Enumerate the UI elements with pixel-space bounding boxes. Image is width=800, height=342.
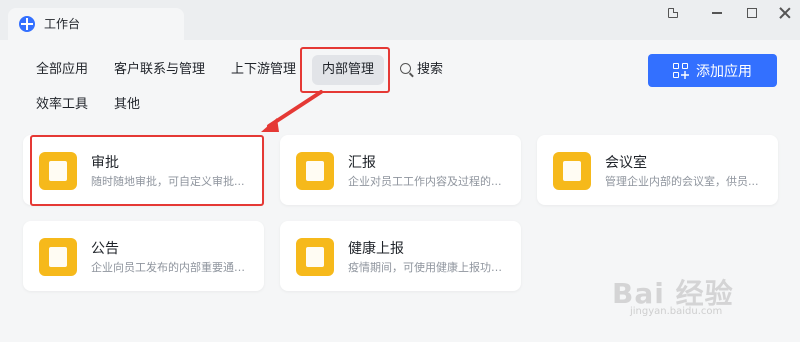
- app-card-health-report[interactable]: 健康上报 疫情期间，可使用健康上报功能...: [280, 221, 521, 291]
- app-card-report[interactable]: 汇报 企业对员工工作内容及过程的...: [280, 135, 521, 205]
- stamp-icon: [39, 152, 77, 190]
- health-clipboard-icon: [296, 238, 334, 276]
- app-desc: 企业对员工工作内容及过程的...: [348, 175, 502, 188]
- nav-search-label: 搜索: [417, 62, 444, 77]
- close-icon: [779, 7, 791, 19]
- add-app-button[interactable]: 添加应用: [648, 54, 777, 87]
- app-name: 会议室: [605, 155, 647, 171]
- megaphone-icon: [39, 238, 77, 276]
- nav-other[interactable]: 其他: [104, 90, 150, 120]
- app-name: 汇报: [348, 155, 376, 171]
- tab-title: 工作台: [44, 17, 81, 31]
- app-card-meeting-room[interactable]: 会议室 管理企业内部的会议室，供员...: [537, 135, 778, 205]
- app-desc: 管理企业内部的会议室，供员...: [605, 175, 759, 188]
- nav-efficiency-tools[interactable]: 效率工具: [26, 90, 98, 120]
- nav-search[interactable]: 搜索: [390, 55, 453, 85]
- title-bar: 工作台: [0, 0, 800, 40]
- door-icon: [553, 152, 591, 190]
- app-desc: 随时随地审批，可自定义审批...: [91, 175, 245, 188]
- logo-icon: [19, 16, 35, 32]
- pin-button[interactable]: [658, 2, 688, 24]
- app-name: 公告: [91, 241, 119, 257]
- watermark-url: jingyan.baidu.com: [630, 306, 723, 317]
- report-icon: [296, 152, 334, 190]
- app-desc: 疫情期间，可使用健康上报功能...: [348, 261, 510, 274]
- maximize-icon: [747, 8, 757, 18]
- search-icon: [400, 63, 411, 74]
- workbench-tab[interactable]: 工作台: [8, 8, 184, 40]
- maximize-button[interactable]: [737, 2, 767, 24]
- app-desc: 企业向员工发布的内部重要通知...: [91, 261, 253, 274]
- app-name: 健康上报: [348, 241, 404, 257]
- minimize-icon: [712, 12, 722, 14]
- close-button[interactable]: [770, 2, 800, 24]
- minimize-button[interactable]: [702, 2, 732, 24]
- nav-customer-management[interactable]: 客户联系与管理: [104, 55, 215, 85]
- nav-supply-chain[interactable]: 上下游管理: [221, 55, 306, 85]
- annotation-arrow: [261, 90, 323, 132]
- pin-icon: [668, 8, 678, 18]
- add-app-label: 添加应用: [696, 63, 752, 80]
- app-name: 审批: [91, 155, 119, 171]
- grid-add-icon: [673, 62, 689, 79]
- nav-internal-management[interactable]: 内部管理: [312, 55, 385, 85]
- nav-all-apps[interactable]: 全部应用: [26, 55, 98, 85]
- app-card-approval[interactable]: 审批 随时随地审批，可自定义审批...: [23, 135, 264, 205]
- app-card-announcement[interactable]: 公告 企业向员工发布的内部重要通知...: [23, 221, 264, 291]
